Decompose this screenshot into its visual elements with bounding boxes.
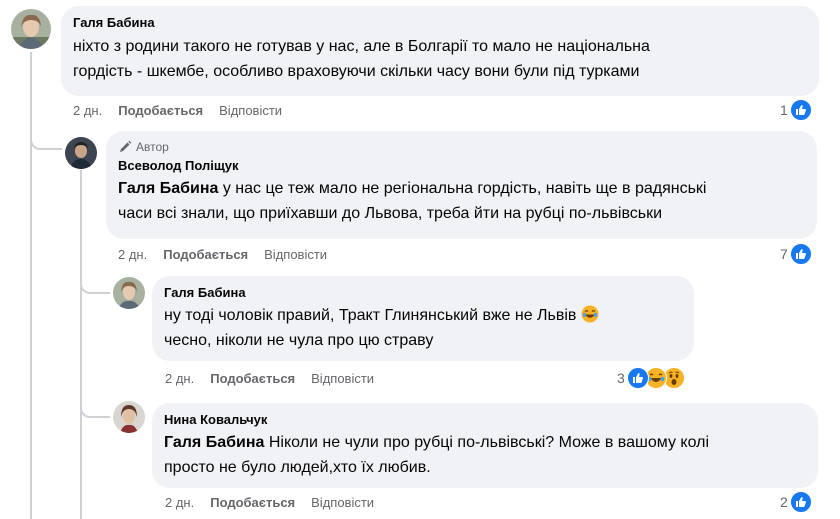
thread-line-reply [80, 170, 82, 519]
thread-connector [80, 400, 110, 418]
thumbs-up-icon [789, 243, 812, 265]
like-button[interactable]: Подобається [118, 103, 203, 119]
comment-bubble: Галя Бабина ну тоді чоловік правий, Трак… [152, 276, 694, 361]
comment-actions: 2 дн. Подобається Відповісти [165, 495, 374, 511]
reaction-summary[interactable]: 1 [780, 99, 812, 121]
reply-button[interactable]: Відповісти [311, 495, 374, 511]
reaction-count: 2 [780, 494, 788, 510]
comment-author[interactable]: Всеволод Поліщук [118, 157, 805, 174]
reply-button[interactable]: Відповісти [264, 247, 327, 263]
thread-connector [80, 276, 110, 294]
reaction-summary[interactable]: 7 [780, 243, 812, 265]
reaction-summary[interactable]: 2 [780, 491, 812, 513]
comment-bubble: Автор Всеволод Поліщук Галя Бабина у нас… [106, 131, 817, 239]
comment-author[interactable]: Галя Бабина [73, 14, 807, 31]
avatar[interactable] [11, 9, 51, 49]
reaction-count: 7 [780, 246, 788, 262]
like-button[interactable]: Подобається [210, 495, 295, 511]
comment-text: Галя Бабина Ніколи не чули про рубці по-… [164, 434, 709, 476]
thumbs-up-icon [789, 99, 812, 121]
comment-actions: 2 дн. Подобається Відповісти [118, 247, 327, 263]
reply-button[interactable]: Відповісти [311, 371, 374, 387]
timestamp[interactable]: 2 дн. [165, 495, 194, 511]
thread-connector [30, 132, 62, 150]
laughing-emoji-icon [581, 305, 599, 323]
like-button[interactable]: Подобається [210, 371, 295, 387]
comment-bubble: Нина Ковальчук Галя Бабина Ніколи не чул… [152, 403, 818, 488]
comment-actions: 2 дн. Подобається Відповісти [73, 103, 282, 119]
comment-author[interactable]: Галя Бабина [164, 284, 682, 301]
timestamp[interactable]: 2 дн. [73, 103, 102, 119]
timestamp[interactable]: 2 дн. [118, 247, 147, 263]
pencil-icon [120, 140, 132, 152]
reaction-count: 1 [780, 102, 788, 118]
reply-button[interactable]: Відповісти [219, 103, 282, 119]
mention-link[interactable]: Галя Бабина [164, 434, 264, 451]
author-badge: Автор [118, 139, 805, 155]
like-button[interactable]: Подобається [163, 247, 248, 263]
thumbs-up-icon [789, 491, 812, 513]
comment-actions: 2 дн. Подобається Відповісти [165, 371, 374, 387]
comment-text: ніхто з родини такого не готував у нас, … [73, 38, 650, 80]
avatar[interactable] [113, 401, 145, 433]
thread-line-main [30, 52, 32, 519]
comment-bubble: Галя Бабина ніхто з родини такого не гот… [61, 6, 819, 96]
comment-text: Галя Бабина у нас це теж мало не регіона… [118, 180, 707, 222]
author-badge-label: Автор [136, 140, 169, 154]
avatar[interactable] [113, 277, 145, 309]
comment-author[interactable]: Нина Ковальчук [164, 411, 806, 428]
avatar[interactable] [65, 137, 97, 169]
reaction-count: 3 [617, 370, 625, 386]
thumbs-up-icon [626, 367, 649, 389]
timestamp[interactable]: 2 дн. [165, 371, 194, 387]
comment-text: ну тоді чоловік правий, Тракт Глинянськи… [164, 303, 682, 353]
mention-link[interactable]: Галя Бабина [118, 180, 218, 197]
reaction-summary[interactable]: 3 [617, 367, 685, 389]
